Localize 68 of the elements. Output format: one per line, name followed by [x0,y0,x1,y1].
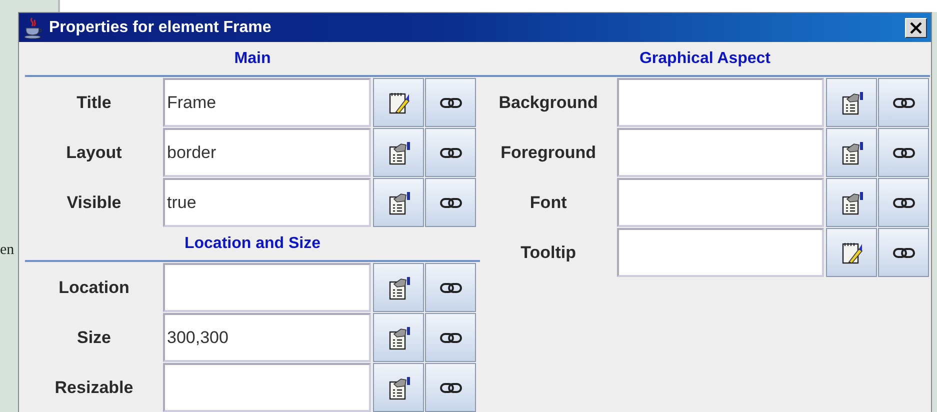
window-title: Properties for element Frame [49,18,272,36]
coffee-cup-icon [23,16,43,38]
value-field[interactable] [163,263,371,312]
property-label: Font [528,192,568,214]
link-button[interactable] [425,78,476,127]
property-label: Background [498,92,599,114]
edit-button[interactable] [373,78,424,127]
form-icon [386,326,410,350]
link-button[interactable] [878,178,929,227]
value-field[interactable] [163,363,371,412]
value-field[interactable]: true [163,178,371,227]
section-title: Main [234,50,271,68]
property-label: Visible [66,192,122,214]
edit-button[interactable] [373,363,424,412]
edit-button[interactable] [373,128,424,177]
link-button[interactable] [878,78,929,127]
chain-link-icon [892,96,915,108]
section-title: Location and Size [184,234,320,252]
close-button[interactable] [905,18,927,38]
property-label: Tooltip [520,242,578,264]
chain-link-icon [440,96,462,108]
close-icon [910,22,922,34]
value-field[interactable]: border [163,128,371,177]
value-field[interactable] [616,178,824,227]
form-icon [840,140,864,164]
value-field[interactable] [616,228,824,277]
edit-button[interactable] [373,313,424,362]
edit-button[interactable] [826,128,878,177]
chain-link-icon [440,332,462,344]
form-icon [386,276,410,300]
form-icon [840,190,864,214]
section-title: Graphical Aspect [639,50,770,68]
chain-link-icon [440,196,462,208]
edit-button[interactable] [373,178,424,227]
edit-button[interactable] [826,78,878,127]
form-icon [386,140,410,164]
property-label: Foreground [500,142,598,164]
edit-button[interactable] [826,178,878,227]
link-button[interactable] [425,263,476,312]
edit-button[interactable] [826,228,878,277]
notepad-icon [840,240,864,264]
chain-link-icon [440,282,462,294]
form-icon [840,90,864,114]
link-button[interactable] [878,228,929,277]
value-field[interactable] [616,78,824,127]
notepad-icon [386,90,410,114]
value-field[interactable]: 300,300 [163,313,371,362]
property-label: Layout [65,142,123,164]
edit-button[interactable] [373,263,424,312]
link-button[interactable] [425,313,476,362]
link-button[interactable] [425,178,476,227]
background-text: en [0,242,14,259]
value-field[interactable]: Frame [163,78,371,127]
property-label: Title [76,92,112,114]
property-label: Size [76,326,112,348]
link-button[interactable] [425,128,476,177]
property-label: Location [58,276,130,298]
chain-link-icon [892,246,915,258]
value-field[interactable] [616,128,824,177]
form-icon [386,376,410,400]
link-button[interactable] [425,363,476,412]
chain-link-icon [892,146,915,158]
form-icon [386,190,410,214]
chain-link-icon [440,146,462,158]
chain-link-icon [892,196,915,208]
link-button[interactable] [878,128,929,177]
property-label: Resizable [54,376,134,398]
chain-link-icon [440,382,462,394]
